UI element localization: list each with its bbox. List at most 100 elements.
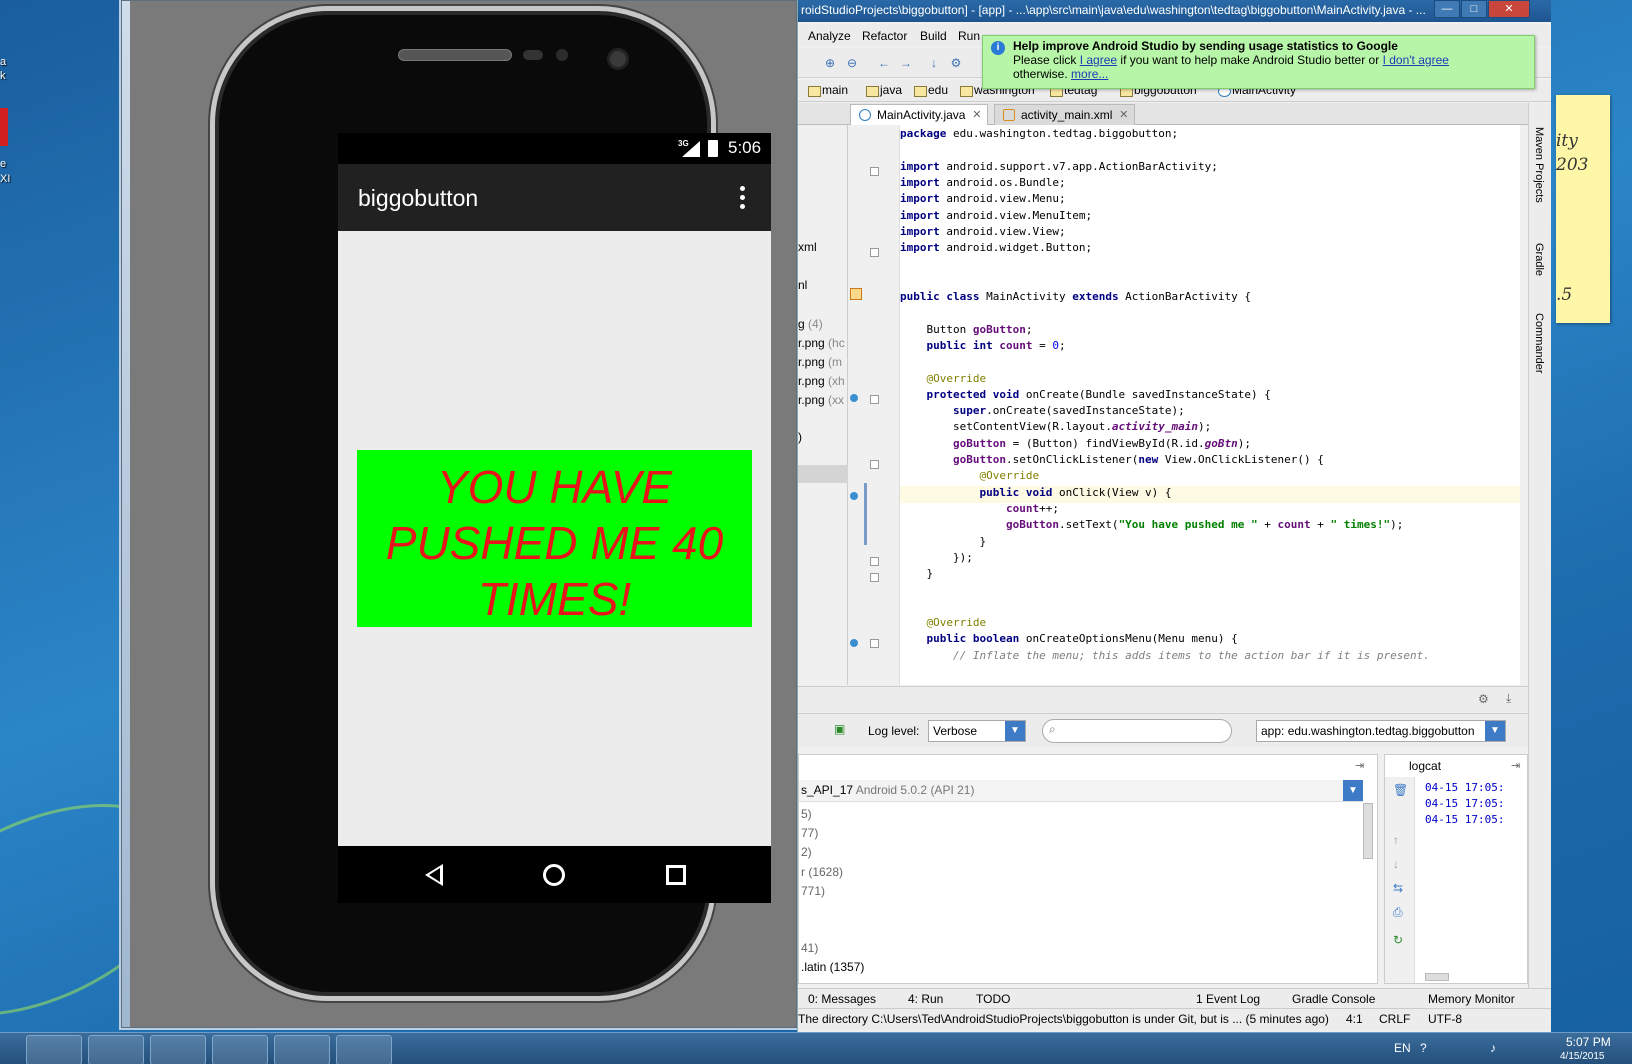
fold-marker[interactable] [870, 639, 879, 648]
override-marker-icon[interactable] [850, 394, 858, 402]
app-filter-select[interactable]: app: edu.washington.tedtag.biggobutton ▼ [1256, 720, 1506, 742]
taskbar-paint[interactable] [26, 1035, 82, 1064]
fold-marker[interactable] [870, 460, 879, 469]
process-item[interactable]: 77) [801, 826, 818, 840]
tree-item[interactable]: xml [798, 240, 817, 254]
memory-monitor-tab[interactable]: Memory Monitor [1428, 992, 1515, 1006]
gradle-console-tab[interactable]: Gradle Console [1292, 992, 1375, 1006]
todo-tab[interactable]: TODO [976, 992, 1010, 1006]
gradle-tab[interactable]: Gradle [1533, 243, 1545, 276]
pin-icon[interactable]: ⇥ [1355, 759, 1364, 772]
cursor-position[interactable]: 4:1 [1346, 1012, 1363, 1026]
taskbar-git[interactable] [150, 1035, 206, 1064]
fold-marker[interactable] [870, 395, 879, 404]
code-line[interactable]: }); [900, 551, 1520, 568]
phone-screen[interactable]: 3G 5:06 biggobutton YOU HAVE PUSHED ME 4… [338, 133, 771, 903]
hide-panel-icon[interactable]: ⤓ [1506, 691, 1511, 706]
process-item[interactable]: 5) [801, 807, 812, 821]
forward-arrow-icon[interactable]: → [898, 55, 914, 71]
help-icon[interactable]: ? [1420, 1041, 1427, 1055]
taskbar-vlc[interactable] [274, 1035, 330, 1064]
code-line[interactable]: goButton.setOnClickListener(new View.OnC… [900, 453, 1520, 470]
home-icon[interactable] [543, 864, 565, 886]
maven-projects-tab[interactable]: Maven Projects [1533, 127, 1545, 203]
chevron-down-icon[interactable]: ▼ [1343, 780, 1363, 801]
recents-icon[interactable] [666, 865, 686, 885]
status-message[interactable]: The directory C:\Users\Ted\AndroidStudio… [798, 1012, 1329, 1026]
fold-marker[interactable] [870, 248, 879, 257]
menu-build[interactable]: Build [920, 29, 947, 43]
menu-refactor[interactable]: Refactor [862, 29, 907, 43]
device-selector[interactable]: s_API_17 Android 5.0.2 (API 21) ▼ [799, 780, 1363, 802]
commander-tab[interactable]: Commander [1533, 313, 1545, 374]
tree-item[interactable]: ) [798, 430, 802, 444]
breadcrumb-item[interactable]: main [806, 83, 848, 97]
go-button[interactable]: YOU HAVE PUSHED ME 40 TIMES! [357, 450, 752, 627]
code-line[interactable]: protected void onCreate(Bundle savedInst… [900, 388, 1520, 405]
code-editor[interactable]: package edu.washington.tedtag.biggobutto… [900, 125, 1520, 685]
tree-item[interactable]: r.png (hc [798, 336, 845, 350]
process-item[interactable]: 2) [801, 845, 812, 859]
taskbar-android-emulator[interactable] [336, 1035, 392, 1064]
desktop-icon-label[interactable]: XI [0, 173, 10, 185]
code-line[interactable] [900, 274, 1520, 291]
tab-mainactivity[interactable]: MainActivity.java ✕ [850, 104, 989, 125]
code-line[interactable]: goButton.setText("You have pushed me " +… [900, 518, 1520, 535]
tree-item[interactable]: r.png (xh [798, 374, 845, 388]
process-item[interactable]: 41) [801, 941, 818, 955]
override-marker-icon[interactable] [850, 492, 858, 500]
emulator-window[interactable]: 3G 5:06 biggobutton YOU HAVE PUSHED ME 4… [121, 0, 797, 1028]
close-button[interactable]: ✕ [1488, 0, 1530, 18]
desktop-icon-label[interactable]: a [0, 56, 6, 68]
disagree-link[interactable]: I don't agree [1383, 53, 1449, 67]
fold-marker[interactable] [870, 573, 879, 582]
code-line[interactable]: @Override [900, 372, 1520, 389]
code-line[interactable] [900, 600, 1520, 617]
logcat-panel[interactable]: logcat ⇥ 🗑 ↑ ↓ ⇆ ⎙ ↻ 04-15 17:05: 04-15 … [1384, 754, 1528, 984]
file-encoding[interactable]: UTF-8 [1428, 1012, 1462, 1026]
sticky-note[interactable]: ity 203 .5 [1556, 95, 1610, 323]
desktop-app-icon[interactable] [0, 108, 8, 146]
class-marker-icon[interactable] [850, 288, 862, 300]
code-line[interactable]: public boolean onCreateOptionsMenu(Menu … [900, 632, 1520, 649]
code-line[interactable]: public int count = 0; [900, 339, 1520, 356]
tree-item[interactable]: nl [798, 278, 807, 292]
line-separator[interactable]: CRLF [1379, 1012, 1410, 1026]
agree-link[interactable]: I agree [1080, 53, 1117, 67]
code-line[interactable]: import android.widget.Button; [900, 241, 1520, 258]
devices-panel[interactable]: ⇥ s_API_17 Android 5.0.2 (API 21) ▼ 5) 7… [798, 754, 1378, 984]
screenshot-icon[interactable]: ▣ [834, 722, 845, 736]
build-icon[interactable]: ⚙ [948, 55, 964, 71]
fold-marker[interactable] [870, 167, 879, 176]
project-tree-panel[interactable]: xml nl g (4) r.png (hc r.png (m r.png (x… [798, 125, 848, 685]
tree-item[interactable]: g (4) [798, 317, 823, 331]
tree-item[interactable]: r.png (m [798, 355, 842, 369]
pin-icon[interactable]: ⇥ [1511, 759, 1520, 772]
code-line[interactable] [900, 306, 1520, 323]
messages-tab[interactable]: 0: Messages [808, 992, 876, 1006]
breadcrumb-item[interactable]: edu [912, 83, 948, 97]
language-indicator[interactable]: EN [1394, 1041, 1411, 1055]
clock-date[interactable]: 4/15/2015 [1560, 1051, 1605, 1062]
menu-analyze[interactable]: Analyze [808, 29, 851, 43]
desktop-icon-label[interactable]: e [0, 158, 6, 170]
code-line[interactable]: import android.support.v7.app.ActionBarA… [900, 160, 1520, 177]
make-project-icon[interactable]: ↓ [926, 55, 942, 71]
tree-item[interactable]: r.png (xx [798, 393, 844, 407]
desktop-icon-label[interactable]: k [0, 70, 6, 82]
process-item[interactable]: 771) [801, 884, 825, 898]
code-line[interactable]: count++; [900, 502, 1520, 519]
wrap-icon[interactable]: ⇆ [1393, 881, 1403, 895]
log-level-select[interactable]: Verbose ▼ [928, 720, 1026, 742]
code-line[interactable]: goButton = (Button) findViewById(R.id.go… [900, 437, 1520, 454]
gear-icon[interactable]: ⚙ [1478, 692, 1489, 706]
clock-time[interactable]: 5:07 PM [1566, 1035, 1611, 1049]
code-line[interactable]: import android.os.Bundle; [900, 176, 1520, 193]
clear-log-icon[interactable]: 🗑 [1393, 783, 1408, 797]
scrollbar[interactable] [1425, 973, 1449, 981]
zoom-out-icon[interactable]: ⊖ [844, 55, 860, 71]
print-icon[interactable]: ⎙ [1393, 905, 1403, 920]
back-arrow-icon[interactable]: ← [876, 55, 892, 71]
down-arrow-icon[interactable]: ↓ [1393, 857, 1399, 871]
code-line[interactable]: package edu.washington.tedtag.biggobutto… [900, 127, 1520, 144]
